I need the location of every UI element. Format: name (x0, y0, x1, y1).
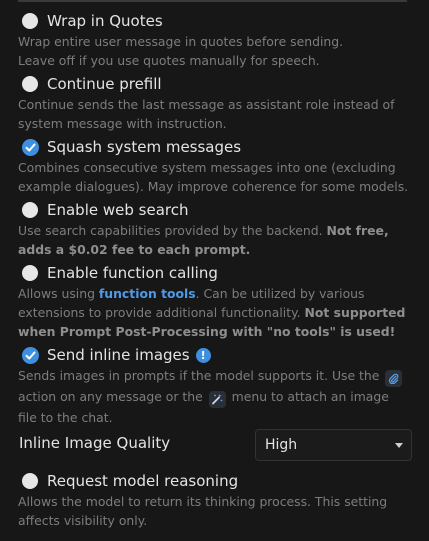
chevron-down-icon (395, 443, 403, 448)
option-enable-web-search: Enable web search Use search capabilitie… (18, 199, 418, 259)
request-model-reasoning-description: Allows the model to return its thinking … (18, 494, 388, 528)
checkmark-icon (25, 351, 36, 359)
squash-system-messages-label[interactable]: Squash system messages (47, 138, 241, 156)
checkmark-icon (25, 143, 36, 151)
enable-web-search-checkbox[interactable] (22, 202, 38, 218)
enable-web-search-description: Use search capabilities provided by the … (18, 223, 389, 257)
section-divider (18, 0, 407, 2)
option-enable-function-calling: Enable function calling Allows using fun… (18, 262, 418, 341)
info-icon[interactable]: ! (195, 347, 211, 363)
wrap-in-quotes-description: Wrap entire user message in quotes befor… (18, 34, 344, 68)
send-inline-images-checkbox[interactable] (22, 346, 39, 364)
squash-system-messages-description: Combines consecutive system messages int… (18, 160, 409, 194)
magic-wand-icon (208, 390, 226, 408)
send-inline-images-description: Sends images in prompts if the model sup… (18, 366, 418, 427)
option-continue-prefill: Continue prefill Continue sends the last… (18, 73, 418, 133)
request-model-reasoning-checkbox[interactable] (22, 473, 38, 489)
wrap-in-quotes-label[interactable]: Wrap in Quotes (47, 12, 163, 30)
wrap-in-quotes-checkbox[interactable] (22, 13, 38, 29)
enable-function-calling-checkbox[interactable] (22, 265, 38, 281)
squash-system-messages-checkbox[interactable] (22, 138, 39, 156)
inline-image-quality-value: High (265, 437, 298, 453)
continue-prefill-description: Continue sends the last message as assis… (18, 97, 395, 131)
send-inline-images-label[interactable]: Send inline images (47, 346, 190, 364)
continue-prefill-checkbox[interactable] (22, 76, 38, 92)
option-request-model-reasoning: Request model reasoning Allows the model… (18, 470, 418, 530)
request-model-reasoning-label[interactable]: Request model reasoning (47, 472, 238, 490)
option-wrap-in-quotes: Wrap in Quotes Wrap entire user message … (18, 10, 418, 70)
enable-function-calling-label[interactable]: Enable function calling (47, 264, 218, 282)
option-send-inline-images: Send inline images ! Sends images in pro… (18, 344, 418, 427)
paperclip-icon (385, 370, 403, 387)
enable-function-calling-description: Allows using function tools. Can be util… (18, 286, 406, 339)
option-squash-system-messages: Squash system messages Combines consecut… (18, 136, 418, 196)
continue-prefill-label[interactable]: Continue prefill (47, 75, 162, 93)
enable-web-search-label[interactable]: Enable web search (47, 201, 188, 219)
function-tools-link[interactable]: function tools (99, 286, 196, 301)
inline-image-quality-label: Inline Image Quality (19, 434, 171, 452)
inline-image-quality-select[interactable]: High (255, 429, 412, 461)
